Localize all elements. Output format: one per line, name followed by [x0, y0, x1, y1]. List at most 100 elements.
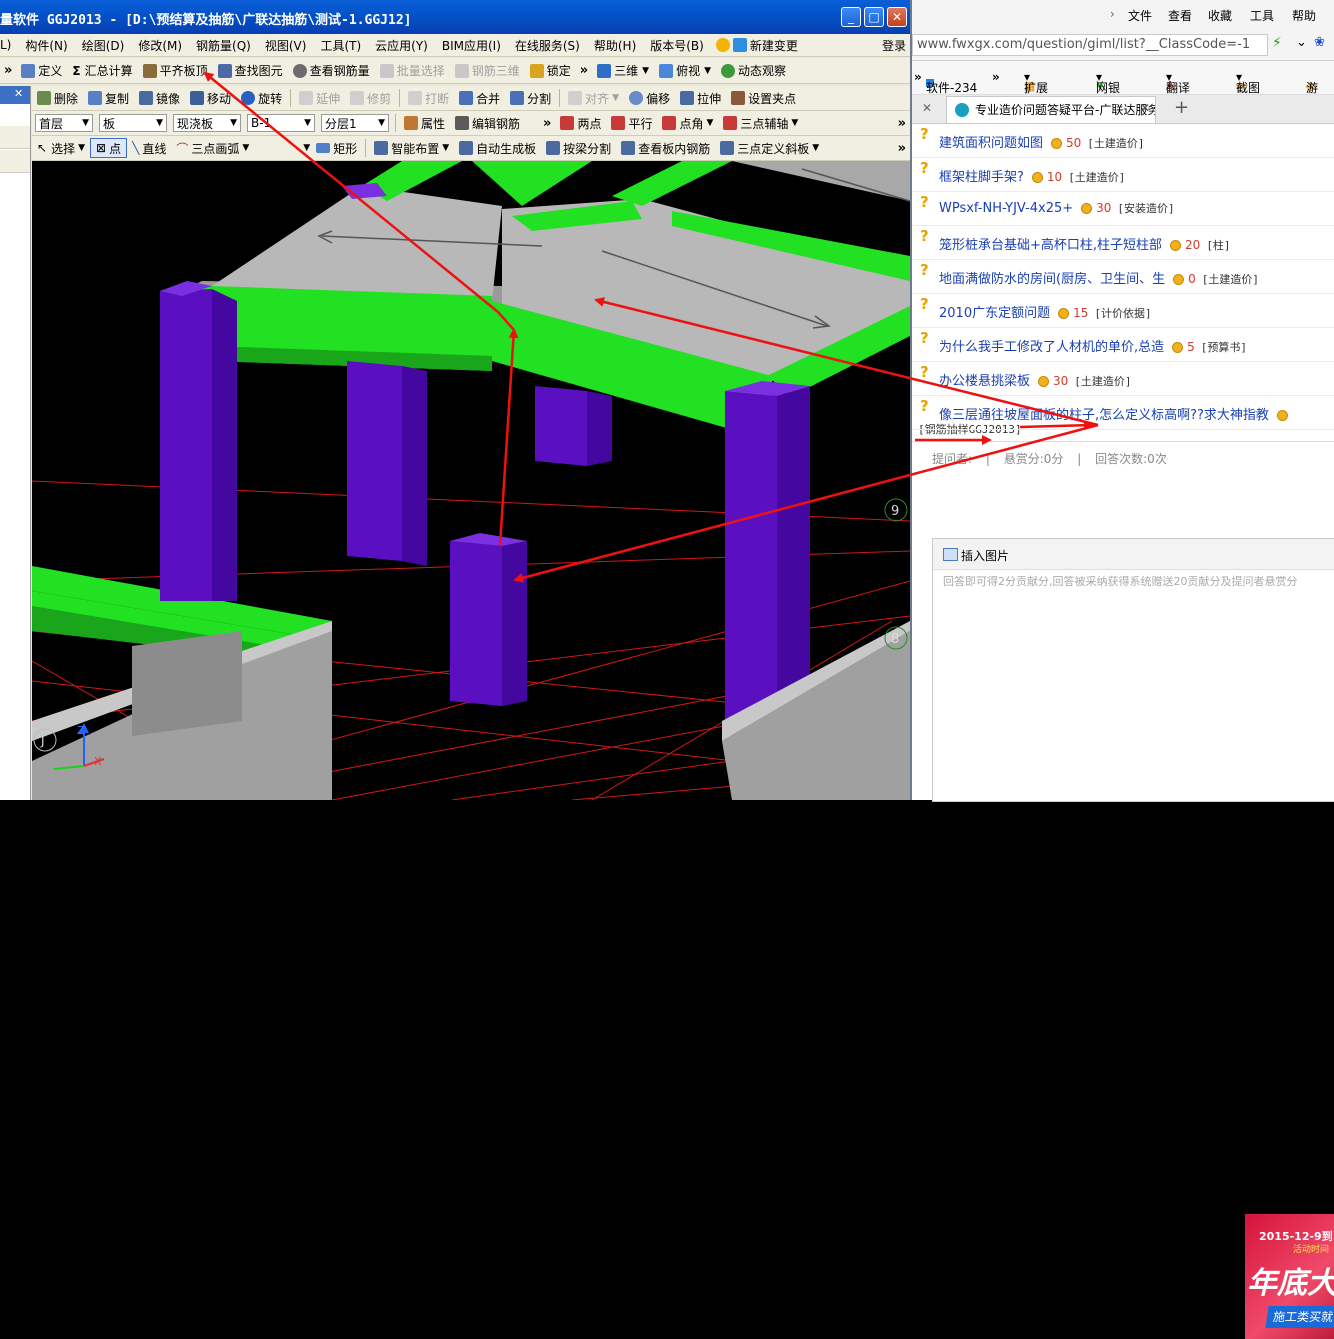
menu-item-modify[interactable]: 修改(M) [131, 37, 189, 54]
3d-viewport[interactable]: 9 8 J Z X [32, 161, 910, 800]
chevron-icon[interactable]: » [576, 63, 592, 78]
chevron-icon[interactable]: » [992, 70, 1000, 84]
question-title-link[interactable]: 2010广东定额问题 15 [计价依据] [939, 302, 1152, 321]
find-element-button[interactable]: 查找图元 [213, 60, 288, 82]
set-grip-button[interactable]: 设置夹点 [726, 87, 801, 109]
menu-item-cloud[interactable]: 云应用(Y) [368, 37, 435, 54]
properties-button[interactable]: 属性 [399, 112, 450, 134]
element-select[interactable]: B-1 ▼ [247, 114, 315, 132]
favorite-translate[interactable]: A 翻译 ▾ [1166, 70, 1190, 95]
browser-menu-file[interactable]: 文件 [1128, 7, 1152, 24]
define-button[interactable]: 定义 [16, 60, 67, 82]
paw-icon[interactable]: ❀ [1314, 35, 1325, 50]
favorite-screenshot[interactable]: ✂ 截图 ▾ [1236, 70, 1260, 95]
split-by-beam-button[interactable]: 按梁分割 [541, 137, 616, 159]
url-input[interactable]: www.fwxgx.com/question/giml/list?__Class… [912, 34, 1268, 56]
browser-menu-tools[interactable]: 工具 [1250, 7, 1274, 24]
rect-button[interactable]: ▼ 矩形 [298, 137, 362, 159]
menu-item-online[interactable]: 在线服务(S) [508, 37, 587, 54]
new-change-button[interactable]: 新建变更 [711, 34, 803, 56]
batch-select-button[interactable]: 批量选择 [375, 60, 450, 82]
category-select[interactable]: 板 ▼ [99, 114, 167, 132]
rebar-3d-button[interactable]: 钢筋三维 [450, 60, 525, 82]
menu-item-component[interactable]: 构件(N) [18, 37, 74, 54]
question-title-link[interactable]: 笼形桩承台基础+高杯口柱,柱子短柱部 20 [柱] [939, 234, 1231, 253]
point-button[interactable]: ⊠ 点 [90, 138, 128, 158]
trim-button[interactable]: 修剪 [345, 87, 396, 109]
maximize-button[interactable]: □ [864, 7, 884, 27]
favorite-extensions[interactable]: ▦ 扩展 ▾ [1024, 70, 1048, 95]
dynamic-observe-button[interactable]: 动态观察 [716, 60, 791, 82]
question-title-link[interactable]: 为什么我手工修改了人材机的单价,总造 5 [预算书] [939, 336, 1247, 355]
edit-rebar-button[interactable]: 编辑钢筋 [450, 112, 525, 134]
point-angle-button[interactable]: 点角 ▼ [657, 112, 718, 134]
chevron-icon[interactable]: » [539, 116, 555, 131]
extend-button[interactable]: 延伸 [294, 87, 345, 109]
question-item[interactable]: ? 办公楼悬挑梁板 30 [土建造价] [912, 361, 1334, 396]
chevron-down-icon[interactable]: ⌄ [1296, 35, 1307, 50]
select-button[interactable]: ↖ 选择 ▼ [32, 137, 90, 159]
menu-item-rebar-quantity[interactable]: 钢筋量(Q) [189, 37, 258, 54]
question-title-link[interactable]: 建筑面积问题如图 50 [土建造价] [939, 132, 1145, 151]
menu-item-view[interactable]: 视图(V) [258, 37, 314, 54]
copy-button[interactable]: 复制 [83, 87, 134, 109]
break-button[interactable]: 打断 [403, 87, 454, 109]
merge-button[interactable]: 合并 [454, 87, 505, 109]
menu-item-tools[interactable]: 工具(T) [313, 37, 368, 54]
question-item[interactable]: ? WPsxf-NH-YJV-4x25+ 30 [安装造价] [912, 191, 1334, 226]
chevron-icon[interactable]: » [894, 141, 910, 156]
chevron-right-icon[interactable]: › [1110, 7, 1115, 21]
promo-banner[interactable]: 2015-12-9到12- 活动时间 年底大 施工类买就 [1245, 1214, 1334, 1339]
split-button[interactable]: 分割 [505, 87, 556, 109]
question-item[interactable]: ? 像三层通往坡屋面板的柱子,怎么定义标高啊??求大神指教 [912, 395, 1334, 430]
panel-tab[interactable] [0, 150, 30, 173]
menu-item-draw[interactable]: 绘图(D) [75, 37, 132, 54]
question-item[interactable]: ? 2010广东定额问题 15 [计价依据] [912, 293, 1334, 328]
browser-menu-favorites[interactable]: 收藏 [1208, 7, 1232, 24]
parallel-button[interactable]: 平行 [606, 112, 657, 134]
lightning-icon[interactable]: ⚡ [1272, 35, 1282, 51]
stretch-button[interactable]: 拉伸 [675, 87, 726, 109]
sum-calc-button[interactable]: Σ 汇总计算 [67, 60, 137, 82]
smart-layout-button[interactable]: 智能布置 ▼ [369, 137, 454, 159]
minimize-button[interactable]: _ [841, 7, 861, 27]
menu-item[interactable]: L) [0, 38, 18, 52]
move-button[interactable]: 移动 [185, 87, 236, 109]
layer-select[interactable]: 分层1 ▼ [321, 114, 389, 132]
type-select[interactable]: 现浇板 ▼ [173, 114, 241, 132]
view-slab-rebar-button[interactable]: 查看板内钢筋 [616, 137, 715, 159]
floor-select[interactable]: 首层 ▼ [35, 114, 93, 132]
question-item[interactable]: ? 地面满做防水的房间(厨房、卫生间、生 0 [土建造价] [912, 259, 1334, 294]
arc-button[interactable]: ⌒ 三点画弧 ▼ [171, 137, 254, 159]
close-tab-icon[interactable]: ✕ [1140, 101, 1150, 115]
question-title-link[interactable]: 框架柱脚手架? 10 [土建造价] [939, 166, 1125, 185]
menu-item-help[interactable]: 帮助(H) [587, 37, 643, 54]
question-title-link[interactable]: 办公楼悬挑梁板 30 [土建造价] [939, 370, 1132, 389]
align-button[interactable]: 对齐 ▼ [563, 87, 624, 109]
view-rebar-button[interactable]: 查看钢筋量 [288, 60, 375, 82]
favorite-ebank[interactable]: ¥ 网银 ▾ [1096, 70, 1120, 95]
align-slab-top-button[interactable]: 平齐板顶 [138, 60, 213, 82]
chevron-icon[interactable]: » [914, 70, 922, 84]
question-title-link[interactable]: 地面满做防水的房间(厨房、卫生间、生 0 [土建造价] [939, 268, 1259, 287]
three-point-slope-button[interactable]: 三点定义斜板 ▼ [715, 137, 824, 159]
mirror-button[interactable]: 镜像 [134, 87, 185, 109]
question-title-link[interactable]: WPsxf-NH-YJV-4x25+ 30 [安装造价] [939, 200, 1175, 216]
top-view-dropdown[interactable]: 俯视 ▼ [654, 60, 716, 82]
close-button[interactable]: ✕ [887, 7, 907, 27]
panel-tab[interactable] [0, 126, 30, 149]
chevron-icon[interactable]: » [0, 63, 16, 78]
question-item[interactable]: ? 建筑面积问题如图 50 [土建造价] [912, 123, 1334, 158]
close-tab-icon[interactable]: ✕ [922, 101, 932, 115]
active-tab[interactable]: 专业造价问题答疑平台-广联达服务 [946, 96, 1156, 123]
insert-image-button[interactable]: 插入图片 [961, 547, 1009, 564]
menu-item-bim[interactable]: BIM应用(I) [435, 37, 508, 54]
menu-item-version[interactable]: 版本号(B) [643, 37, 711, 54]
browser-menu-view[interactable]: 查看 [1168, 7, 1192, 24]
browser-menu-help[interactable]: 帮助 [1292, 7, 1316, 24]
answer-textarea[interactable]: 回答即可得2分贡献分,回答被采纳获得系统赠送20贡献分及提问者悬赏分 [943, 573, 1334, 589]
offset-button[interactable]: 偏移 [624, 87, 675, 109]
delete-button[interactable]: 删除 [32, 87, 83, 109]
auto-gen-slab-button[interactable]: 自动生成板 [454, 137, 541, 159]
question-item[interactable]: ? 框架柱脚手架? 10 [土建造价] [912, 157, 1334, 192]
